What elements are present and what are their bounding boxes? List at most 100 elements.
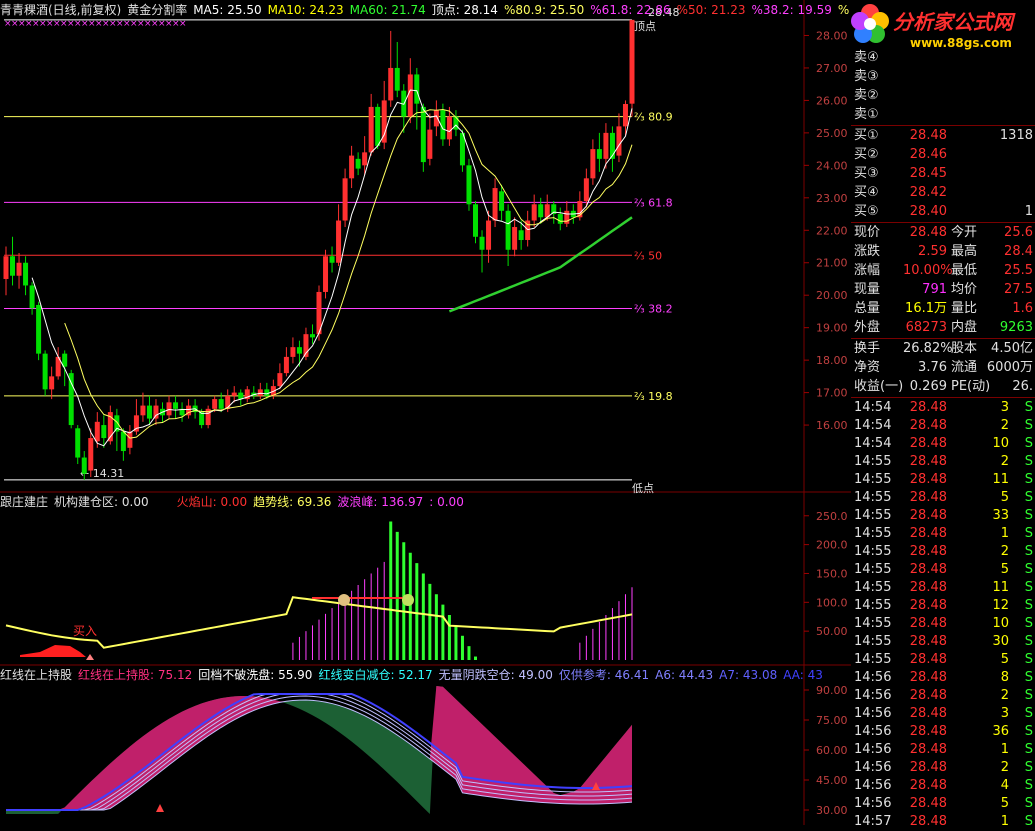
quote-row: 14:55 28.48 33 S [851, 506, 1035, 525]
fib-level-label: ⅔ 38.2 [634, 303, 673, 316]
quote-row: 14:55 28.48 1 S [851, 524, 1035, 543]
quote-row: 换手 26.82% 股本 4.50亿 [851, 339, 1035, 358]
y-tick-label: 24.00 [816, 159, 848, 172]
quote-row: 外盘 68273 内盘 9263 [851, 318, 1035, 337]
quote-row: 14:55 28.48 2 S [851, 452, 1035, 471]
candle-body [349, 155, 355, 179]
stock-title: 青青稞酒(日线,前复权) [0, 3, 122, 17]
sell-level-label: 卖④ [854, 50, 879, 65]
stat-value: 16.1万 [905, 301, 947, 316]
candle-body [283, 356, 289, 374]
tick-time: 14:56 [854, 706, 892, 721]
candle-body [420, 106, 426, 163]
y-tick-label: 21.00 [816, 257, 848, 270]
candle-body [127, 431, 133, 448]
candle-body [433, 110, 439, 127]
tick-time: 14:56 [854, 742, 892, 757]
quote-row: 买① 28.48 1318 [851, 126, 1035, 145]
p809-value: %80.9: 25.50 [503, 3, 585, 17]
ma60-value: MA60: 21.74 [349, 3, 426, 17]
buy-label: 买入 [73, 624, 97, 638]
quote-row: 14:56 28.48 2 S [851, 686, 1035, 705]
tick-side: S [1024, 580, 1033, 595]
tick-volume: 8 [1000, 670, 1009, 685]
candle-body [120, 431, 126, 452]
ind2-c: 回档不破洗盘: 55.90 [198, 668, 313, 682]
candle-body [290, 347, 296, 357]
candle-body [505, 210, 511, 250]
candle-body [23, 262, 29, 286]
y-tick-label: 26.00 [816, 94, 848, 107]
stat-label: 均价 [951, 282, 978, 297]
quote-row: 14:55 28.48 2 S [851, 542, 1035, 561]
tick-price: 28.48 [909, 796, 947, 811]
candle-body [296, 347, 302, 354]
candle-body [583, 178, 589, 202]
candle-body [596, 149, 602, 159]
tick-price: 28.48 [909, 760, 947, 775]
candle-body [323, 256, 329, 292]
tick-price: 28.48 [909, 490, 947, 505]
candle-body [212, 399, 218, 409]
candle-body [329, 256, 335, 263]
ma10-value: MA10: 24.23 [267, 3, 344, 17]
tick-side: S [1024, 706, 1033, 721]
fib-level-label: ⅔ 50 [634, 249, 662, 262]
y-tick-label: 27.00 [816, 62, 848, 75]
buy-level-label: 买④ [854, 185, 879, 200]
candle-body [16, 262, 22, 276]
candle-body [616, 126, 622, 156]
smiley-icon [338, 594, 350, 606]
stat-label: 外盘 [854, 320, 881, 335]
stat-label: 现量 [854, 282, 881, 297]
candle-body [101, 425, 107, 439]
y-tick-label: 22.00 [816, 224, 848, 237]
tick-time: 14:56 [854, 724, 892, 739]
p618-value: %61.8: 22.86 [590, 3, 671, 17]
stat-value: 4.50亿 [991, 341, 1033, 356]
tick-price: 28.48 [909, 472, 947, 487]
quote-row: 涨跌 2.59 最高 28.4 [851, 242, 1035, 261]
tick-side: S [1024, 814, 1033, 829]
stat-label: 换手 [854, 341, 881, 356]
candle-body [473, 204, 478, 237]
quote-row: 14:56 28.48 36 S [851, 722, 1035, 741]
candle-body [29, 285, 35, 309]
tick-time: 14:55 [854, 472, 892, 487]
tick-volume: 3 [1000, 400, 1009, 415]
tick-volume: 11 [992, 472, 1009, 487]
candle-body [264, 389, 270, 396]
stat-value: 27.5 [1004, 282, 1033, 297]
candle-body [368, 106, 374, 153]
tick-price: 28.48 [909, 688, 947, 703]
quote-row: 卖② [851, 86, 1035, 105]
stat-value: 25.6 [1004, 225, 1033, 240]
p382-value: %38.2: 19.59 [751, 3, 832, 17]
ind2-g: A6: 44.43 [655, 668, 714, 682]
stat-value: 6000万 [986, 360, 1033, 375]
candle-body [362, 152, 368, 166]
tick-volume: 2 [1000, 688, 1009, 703]
tick-side: S [1024, 526, 1033, 541]
buy-level-price: 28.40 [909, 204, 947, 219]
tick-time: 14:55 [854, 562, 892, 577]
candle-body [492, 188, 498, 221]
tick-volume: 5 [1000, 652, 1009, 667]
tick-side: S [1024, 562, 1033, 577]
candle-body [218, 399, 224, 409]
ind2-e: 无量阴跌空仓: 49.00 [438, 668, 553, 682]
tick-side: S [1024, 400, 1033, 415]
tick-side: S [1024, 688, 1033, 703]
candle-body [10, 256, 16, 276]
tick-side: S [1024, 436, 1033, 451]
candle-body [309, 334, 315, 338]
stat-value: 26. [1012, 379, 1033, 394]
tick-volume: 10 [992, 436, 1009, 451]
tick-side: S [1024, 742, 1033, 757]
tick-volume: 33 [992, 508, 1009, 523]
quote-row: 14:55 28.48 5 S [851, 488, 1035, 507]
quote-row: 收益(一) 0.269 PE(动) 26. [851, 377, 1035, 396]
buy-level-volume: 1318 [999, 128, 1033, 143]
candle-body [446, 116, 452, 140]
buy-level-price: 28.46 [909, 147, 947, 162]
